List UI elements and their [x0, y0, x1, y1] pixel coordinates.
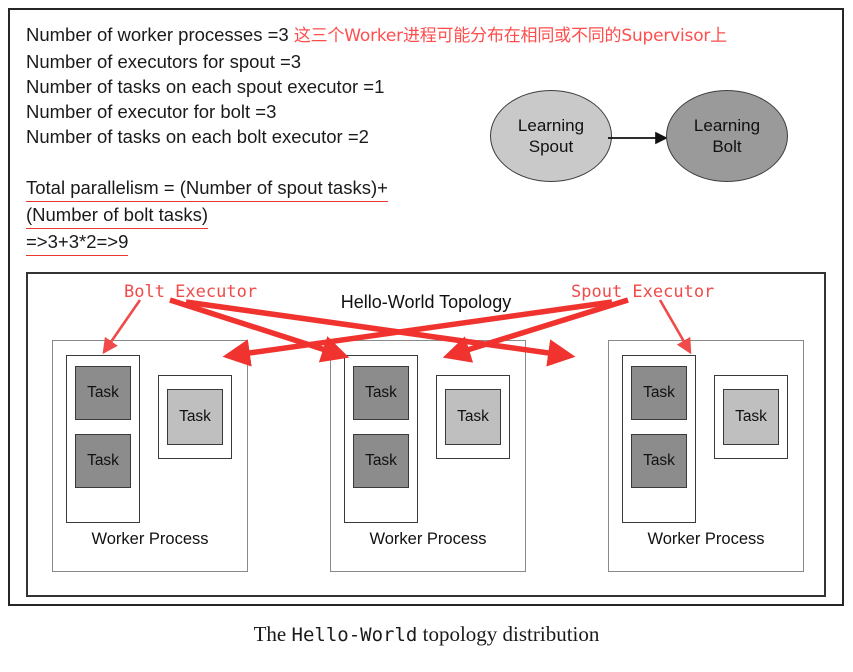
spout-executor-box: Task	[714, 375, 788, 459]
spout-task-box: Task	[723, 389, 779, 445]
formula-line-2: (Number of bolt tasks)	[26, 202, 208, 229]
bolt-task-box: Task	[75, 366, 131, 420]
spout-task-box: Task	[445, 389, 501, 445]
spec-line-text: Number of worker processes =3	[26, 24, 289, 45]
executor-group: Task Task Task	[344, 355, 512, 523]
worker-process: Task Task Task Worker Process	[52, 340, 248, 572]
learning-bolt-label-line1: Learning	[693, 116, 761, 135]
spec-line-note-chinese: 这三个Worker进程可能分布在相同或不同的Supervisor上	[293, 26, 727, 46]
executor-group: Task Task Task	[66, 355, 234, 523]
bolt-task-box: Task	[631, 434, 687, 488]
bolt-task-box: Task	[631, 366, 687, 420]
formula-line-1: Total parallelism = (Number of spout tas…	[26, 175, 388, 202]
total-parallelism-formula: Total parallelism = (Number of spout tas…	[26, 175, 446, 256]
caption-mono-name: Hello-World	[291, 624, 418, 646]
spout-executor-annotation-label: Spout Executor	[571, 282, 715, 302]
worker-process: Task Task Task Worker Process	[330, 340, 526, 572]
learning-spout-label-line2: Spout	[528, 137, 574, 156]
spec-line-text: Number of executor for bolt =3	[26, 101, 277, 122]
spout-executor-box: Task	[158, 375, 232, 459]
bolt-task-box: Task	[75, 434, 131, 488]
spout-task-box: Task	[167, 389, 223, 445]
worker-process-label: Worker Process	[91, 530, 209, 548]
caption-before: The	[253, 622, 292, 646]
spout-executor-box: Task	[436, 375, 510, 459]
formula-line-3: =>3+3*2=>9	[26, 229, 129, 256]
executor-group: Task Task Task	[622, 355, 790, 523]
worker-process-row: Task Task Task Worker Process Task Task …	[52, 340, 804, 572]
learning-spout-label-line1: Learning	[517, 116, 585, 135]
spec-line: Number of executors for spout =3	[26, 49, 846, 74]
learning-bolt-label-line2: Bolt	[712, 137, 742, 156]
bolt-executor-annotation-label: Bolt Executor	[124, 282, 258, 302]
learning-spout-node: Learning Spout	[490, 90, 612, 182]
worker-process: Task Task Task Worker Process	[608, 340, 804, 572]
spout-bolt-flow-diagram: Learning Spout Learning Bolt	[490, 88, 800, 184]
spec-line: Number of worker processes =3 这三个Worker进…	[26, 22, 846, 49]
caption-after: topology distribution	[417, 622, 600, 646]
bolt-executor-box: Task Task	[622, 355, 696, 523]
spec-line-text: Number of tasks on each bolt executor =2	[26, 126, 369, 147]
spec-line-text: Number of tasks on each spout executor =…	[26, 76, 385, 97]
topology-container: Hello-World Topology Task Task Task Work…	[26, 272, 826, 597]
learning-bolt-node: Learning Bolt	[666, 90, 788, 182]
worker-process-label: Worker Process	[369, 530, 487, 548]
worker-process-label: Worker Process	[647, 530, 765, 548]
bolt-executor-box: Task Task	[344, 355, 418, 523]
spec-line-text: Number of executors for spout =3	[26, 51, 302, 72]
bolt-task-box: Task	[353, 366, 409, 420]
bolt-executor-box: Task Task	[66, 355, 140, 523]
figure-caption: The Hello-World topology distribution	[0, 622, 853, 647]
bolt-task-box: Task	[353, 434, 409, 488]
